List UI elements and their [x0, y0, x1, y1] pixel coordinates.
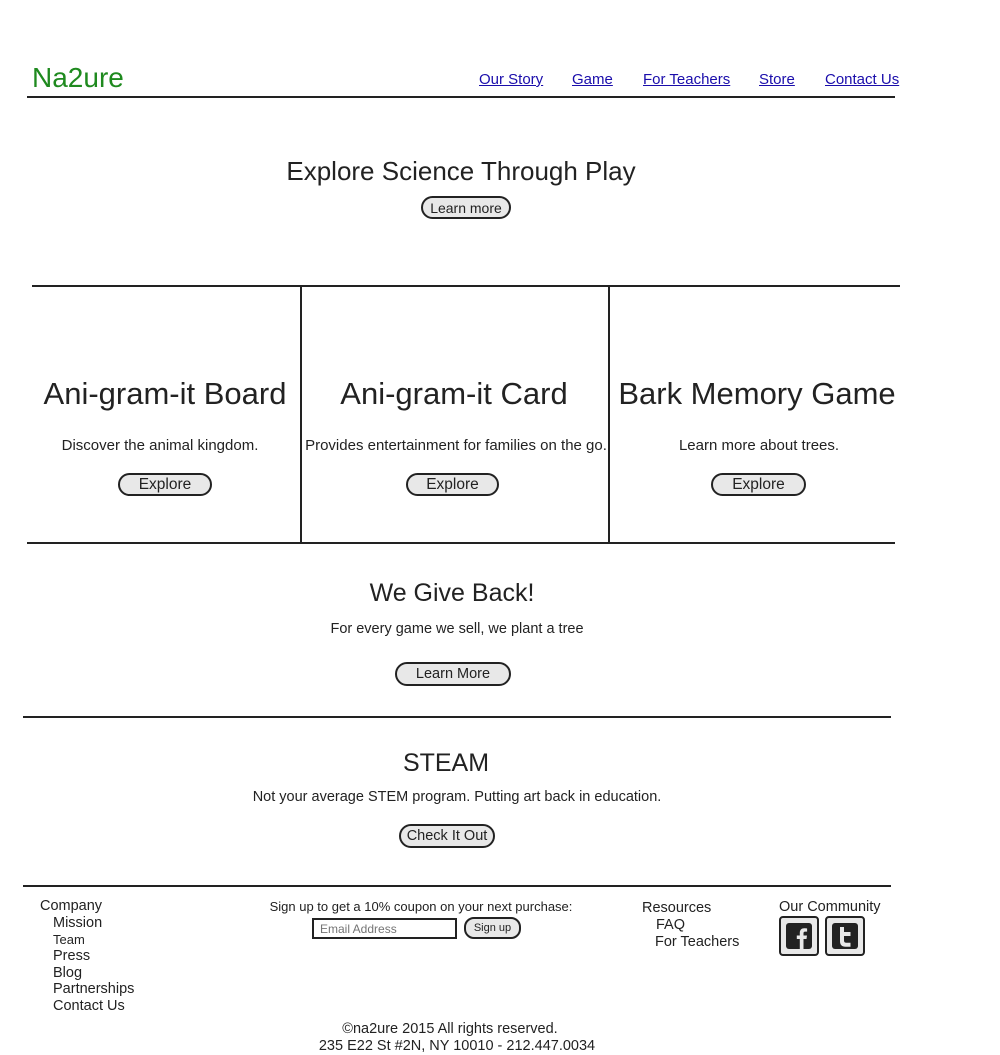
give-back-learn-more-button[interactable]: Learn More [395, 662, 511, 686]
site-logo[interactable]: Na2ure [32, 62, 124, 94]
products-top-divider [32, 285, 900, 287]
steam-title: STEAM [402, 749, 490, 777]
twitter-icon[interactable] [825, 916, 865, 956]
address-text: 235 E22 St #2N, NY 10010 - 212.447.0034 [318, 1038, 596, 1054]
give-back-divider [23, 716, 891, 718]
check-it-out-button[interactable]: Check It Out [399, 824, 495, 848]
signup-text: Sign up to get a 10% coupon on your next… [269, 899, 573, 914]
footer-link-press[interactable]: Press [53, 948, 90, 964]
nav-game[interactable]: Game [572, 71, 613, 88]
footer-link-faq[interactable]: FAQ [656, 917, 685, 933]
sign-up-button[interactable]: Sign up [464, 917, 521, 939]
explore-bark-button[interactable]: Explore [711, 473, 806, 496]
product-divider-1 [300, 286, 302, 543]
product-title-board: Ani-gram-it Board [43, 376, 287, 411]
footer-link-partnerships[interactable]: Partnerships [53, 981, 134, 997]
footer-link-contact-us[interactable]: Contact Us [53, 998, 125, 1014]
give-back-title: We Give Back! [369, 579, 535, 607]
hero-title: Explore Science Through Play [286, 156, 636, 186]
footer-link-for-teachers[interactable]: For Teachers [655, 934, 739, 950]
email-field[interactable] [312, 918, 457, 939]
facebook-icon[interactable] [779, 916, 819, 956]
footer-link-team[interactable]: Team [53, 932, 85, 947]
footer-community-heading: Our Community [779, 899, 881, 915]
product-desc-board: Discover the animal kingdom. [61, 437, 259, 454]
explore-board-button[interactable]: Explore [118, 473, 212, 496]
explore-card-button[interactable]: Explore [406, 473, 499, 496]
nav-contact-us[interactable]: Contact Us [825, 71, 899, 88]
product-title-card: Ani-gram-it Card [340, 376, 568, 411]
steam-text: Not your average STEM program. Putting a… [252, 789, 662, 805]
product-desc-card: Provides entertainment for families on t… [305, 437, 607, 454]
copyright-text: ©na2ure 2015 All rights reserved. [342, 1021, 558, 1037]
footer-company-heading: Company [40, 898, 103, 914]
footer-divider [23, 885, 891, 887]
give-back-text: For every game we sell, we plant a tree [330, 621, 584, 637]
footer-resources-heading: Resources [642, 900, 712, 916]
header-divider [27, 96, 895, 98]
nav-for-teachers[interactable]: For Teachers [643, 71, 730, 88]
footer-link-mission[interactable]: Mission [53, 915, 102, 931]
nav-our-story[interactable]: Our Story [479, 71, 543, 88]
footer-link-blog[interactable]: Blog [53, 965, 82, 981]
nav-store[interactable]: Store [759, 71, 795, 88]
product-desc-bark: Learn more about trees. [678, 437, 840, 454]
products-bottom-divider [27, 542, 895, 544]
product-divider-2 [608, 286, 610, 543]
hero-learn-more-button[interactable]: Learn more [421, 196, 511, 219]
product-title-bark: Bark Memory Game [618, 376, 896, 411]
